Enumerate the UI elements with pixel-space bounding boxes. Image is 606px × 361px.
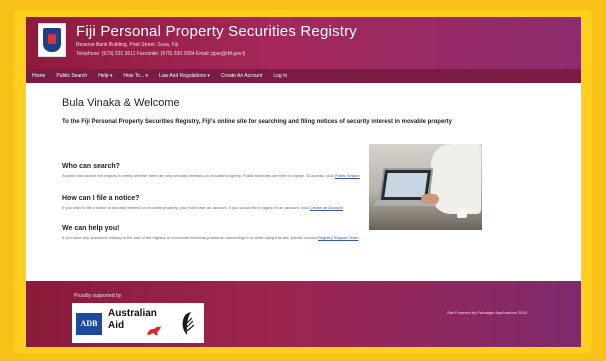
file-notice-body: If you wish to file a notice of security… xyxy=(62,205,309,210)
nav-create-account[interactable]: Create An Account xyxy=(221,73,262,79)
laptop-photo xyxy=(369,144,482,230)
file-notice-heading: How can I file a notice? xyxy=(62,195,140,202)
australian-aid-logo-line2: Aid xyxy=(108,320,125,331)
site-header: Fiji Personal Property Securities Regist… xyxy=(26,17,581,69)
who-can-search-text: Anyone can search the registry to verify… xyxy=(62,173,367,179)
shield-icon xyxy=(43,28,61,52)
supported-by-label: Proudly supported by xyxy=(74,293,122,299)
main-nav: Home Public Search Help ▾ How To... ▾ La… xyxy=(26,69,581,83)
nav-law-regulations[interactable]: Law And Regulations ▾ xyxy=(159,73,210,79)
kangaroo-icon xyxy=(147,326,161,335)
coffee-cup xyxy=(457,208,467,218)
nz-fern-icon xyxy=(182,312,195,335)
site-title: Fiji Personal Property Securities Regist… xyxy=(76,23,357,40)
public-search-link[interactable]: Public Search xyxy=(335,173,360,178)
who-can-search-heading: Who can search? xyxy=(62,163,120,170)
create-account-link[interactable]: Create an Account xyxy=(310,205,343,210)
help-text: If you have any questions relating to th… xyxy=(62,235,367,241)
site-address: Reserve Bank Building, Pratt Street, Suv… xyxy=(76,42,178,48)
nav-public-search[interactable]: Public Search xyxy=(56,73,87,79)
laptop-screen xyxy=(384,173,428,197)
australian-aid-logo-line1: Australian xyxy=(108,308,157,319)
nav-log-in[interactable]: Log In xyxy=(273,73,287,79)
developer-credit: Site Powered by Paradigm Applications 20… xyxy=(447,310,527,315)
nav-home[interactable]: Home xyxy=(32,73,45,79)
site-contact: Telephone: (679) 331 3611 Facsimile: (67… xyxy=(76,51,245,57)
help-heading: We can help you! xyxy=(62,225,120,232)
intro-text: To the Fiji Personal Property Securities… xyxy=(62,119,452,125)
registry-logo[interactable] xyxy=(38,23,66,57)
support-team-link[interactable]: Registry Support Team xyxy=(318,235,359,240)
file-notice-text: If you wish to file a notice of security… xyxy=(62,205,367,211)
hand-shape xyxy=(421,194,439,204)
who-can-search-body: Anyone can search the registry to verify… xyxy=(62,173,334,178)
main-content: Bula Vinaka & Welcome To the Fiji Person… xyxy=(26,83,581,281)
person-shape xyxy=(431,144,481,214)
adb-logo: ADB xyxy=(76,313,102,335)
nav-how-to[interactable]: How To... ▾ xyxy=(123,73,148,79)
site-page: Fiji Personal Property Securities Regist… xyxy=(26,17,581,347)
nav-help[interactable]: Help ▾ xyxy=(98,73,112,79)
partner-logos: ADB Australian Aid xyxy=(72,303,204,343)
help-body: If you have any questions relating to th… xyxy=(62,235,317,240)
page-title: Bula Vinaka & Welcome xyxy=(62,97,180,109)
site-footer: Proudly supported by ADB Australian Aid … xyxy=(26,281,581,347)
